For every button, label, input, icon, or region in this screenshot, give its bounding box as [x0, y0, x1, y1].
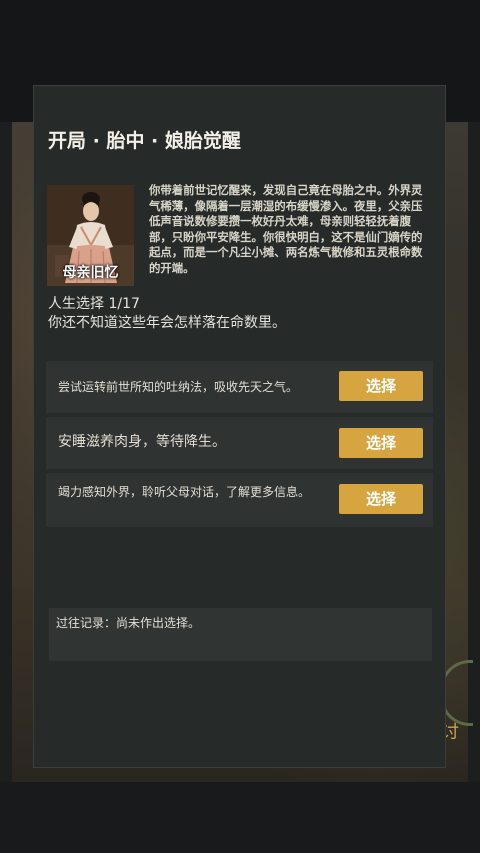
choose-button-2[interactable]: 选择	[339, 428, 423, 458]
option-text-2: 安睡滋养肉身，等待降生。	[58, 434, 226, 450]
life-choice-counter: 人生选择 1/17	[48, 296, 140, 312]
option-text-1: 尝试运转前世所知的吐纳法，吸收先天之气。	[58, 380, 299, 394]
event-title: 开局 · 胎中 · 娘胎觉醒	[48, 130, 241, 152]
story-text: 你带着前世记忆醒来，发现自己竟在母胎之中。外界灵气稀薄，像隔着一层潮湿的布缓慢渗…	[149, 183, 423, 275]
choose-button-1[interactable]: 选择	[339, 371, 423, 401]
option-card-2: 安睡滋养肉身，等待降生。 选择	[46, 417, 433, 469]
choose-button-3[interactable]: 选择	[339, 484, 423, 514]
option-card-3: 竭力感知外界，聆听父母对话，了解更多信息。 选择	[46, 473, 433, 527]
portrait-label: 母亲旧忆	[62, 265, 119, 281]
history-log: 过往记录：尚未作出选择。	[49, 608, 432, 661]
option-card-1: 尝试运转前世所知的吐纳法，吸收先天之气。 选择	[46, 361, 433, 413]
event-modal: 开局 · 胎中 · 娘胎觉醒 母亲旧忆 你带着前世记忆醒来，发现自己竟在母胎之中…	[33, 85, 446, 768]
option-text-3: 竭力感知外界，聆听父母对话，了解更多信息。	[58, 485, 311, 499]
mother-portrait: 母亲旧忆	[47, 185, 134, 286]
life-choice-description: 你还不知道这些年会怎样落在命数里。	[48, 315, 286, 331]
bottom-backdrop	[0, 782, 480, 853]
